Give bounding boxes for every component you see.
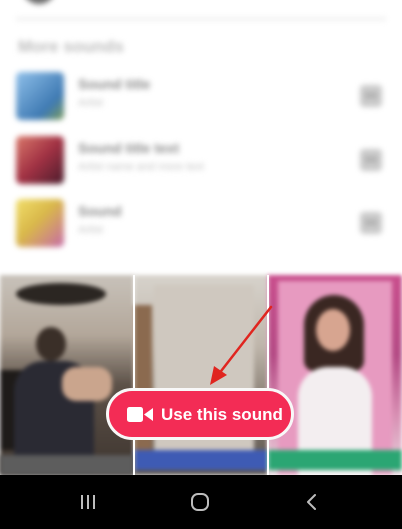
thumbnail-caption-bar <box>134 450 268 470</box>
thumbnail-lamp <box>16 283 106 305</box>
sound-cover <box>16 72 64 120</box>
recents-button[interactable] <box>68 489 108 515</box>
back-icon <box>307 494 316 510</box>
add-favorite-icon[interactable] <box>360 212 382 234</box>
sound-list-item[interactable]: Sound title text Artist name and more te… <box>16 136 386 186</box>
sound-cover <box>16 199 64 247</box>
add-favorite-icon[interactable] <box>360 85 382 107</box>
video-thumbnail[interactable] <box>0 275 134 475</box>
thumbnail-caption-bar <box>0 455 134 475</box>
system-navigation-bar <box>0 475 402 529</box>
grid-separator <box>267 275 269 475</box>
back-button[interactable] <box>292 489 332 515</box>
add-favorite-icon[interactable] <box>360 149 382 171</box>
sound-list-item[interactable]: Sound Artist <box>16 199 386 249</box>
sound-subtitle: Artist <box>78 97 104 109</box>
home-button[interactable] <box>180 489 220 515</box>
sound-subtitle: Artist name and more text <box>78 161 204 173</box>
thumbnail-caption-bar <box>268 450 402 470</box>
recents-icon <box>81 495 95 509</box>
sound-title: Sound <box>78 203 122 219</box>
thumbnail-person-face <box>316 309 350 351</box>
grid-separator <box>133 275 135 475</box>
sound-cover <box>16 136 64 184</box>
thumbnail-person-arm <box>62 367 112 401</box>
more-sounds-section: More sounds Sound title Artist Sound tit… <box>0 0 402 275</box>
section-title: More sounds <box>18 37 124 56</box>
sound-title: Sound title text <box>78 140 180 156</box>
use-this-sound-button[interactable]: Use this sound <box>106 388 294 440</box>
home-icon <box>191 493 209 511</box>
use-this-sound-label: Use this sound <box>161 405 283 424</box>
video-thumbnail[interactable] <box>134 275 268 475</box>
sound-title: Sound title <box>78 76 151 92</box>
thumbnail-person-head <box>36 327 66 361</box>
sound-list-item[interactable]: Sound title Artist <box>16 72 386 122</box>
divider <box>16 18 386 20</box>
avatar[interactable] <box>22 0 56 4</box>
thumbnail-door-edge <box>134 305 152 465</box>
sound-subtitle: Artist <box>78 224 104 236</box>
video-camera-icon <box>127 407 153 422</box>
video-thumbnail[interactable] <box>268 275 402 475</box>
